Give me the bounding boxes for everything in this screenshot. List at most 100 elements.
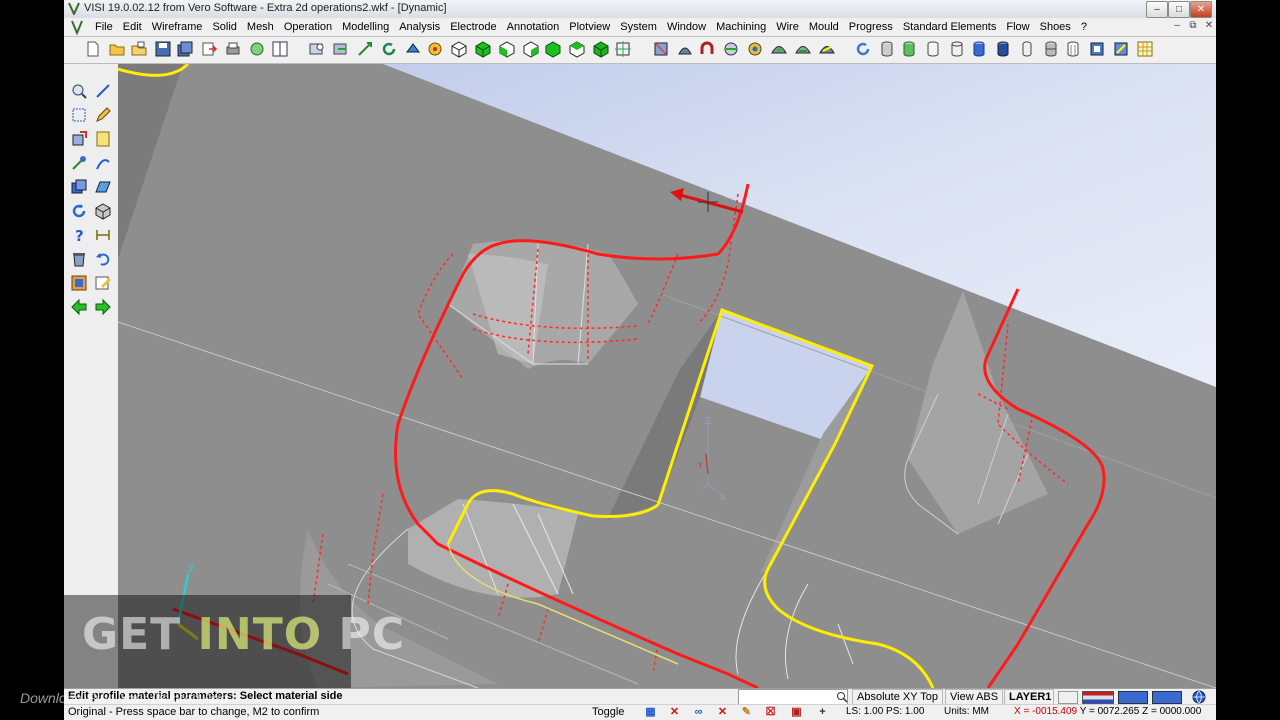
properties-icon[interactable] [70, 274, 88, 292]
cylinder-gray-icon[interactable] [878, 40, 896, 58]
snap-pencil-icon[interactable]: ✎ [740, 706, 753, 719]
pencil-icon[interactable] [94, 106, 112, 124]
minimize-button[interactable]: – [1146, 1, 1168, 18]
view-fit-icon[interactable] [614, 40, 632, 58]
snap-cross-icon[interactable]: ✕ [668, 706, 681, 719]
refresh-icon[interactable] [380, 40, 398, 58]
view-mode-field[interactable]: Absolute XY Top [852, 689, 943, 705]
menu-item-system[interactable]: System [615, 20, 662, 34]
shade-icon[interactable] [404, 40, 422, 58]
preview-icon[interactable] [248, 40, 266, 58]
close-button[interactable]: ✕ [1190, 1, 1212, 18]
color-swatch-blue-2[interactable] [1152, 691, 1182, 704]
window-layout-icon[interactable] [271, 40, 289, 58]
view-rotate-icon[interactable] [332, 40, 350, 58]
regenerate-icon[interactable] [854, 40, 872, 58]
cylinder-wire-icon[interactable] [948, 40, 966, 58]
grid-settings-icon[interactable] [1136, 40, 1154, 58]
plane-icon[interactable] [94, 178, 112, 196]
view-iso-icon[interactable] [450, 40, 468, 58]
globe-icon[interactable] [1192, 690, 1206, 704]
open-recent-icon[interactable] [130, 40, 148, 58]
snap-link-icon[interactable]: ∞ [692, 706, 705, 719]
menu-item-mesh[interactable]: Mesh [242, 20, 279, 34]
command-search-input[interactable] [738, 689, 848, 705]
menu-item-help[interactable]: ? [1076, 20, 1092, 34]
menu-item-wire[interactable]: Wire [771, 20, 804, 34]
rotate-icon[interactable] [70, 202, 88, 220]
move-icon[interactable] [70, 154, 88, 172]
delete-icon[interactable] [70, 250, 88, 268]
machining-magnet-icon[interactable] [698, 40, 716, 58]
menu-item-flow[interactable]: Flow [1001, 20, 1034, 34]
cylinder-outline-icon[interactable] [924, 40, 942, 58]
cylinder-dark-icon[interactable] [994, 40, 1012, 58]
new-file-icon[interactable] [84, 40, 102, 58]
snap-x-icon[interactable]: ✕ [716, 706, 729, 719]
arrow-right-icon[interactable] [94, 298, 112, 316]
cylinder-thin-icon[interactable] [1018, 40, 1036, 58]
color-swatch-blue[interactable] [1118, 691, 1148, 704]
maximize-button[interactable]: □ [1168, 1, 1190, 18]
menu-item-mould[interactable]: Mould [804, 20, 844, 34]
cylinder-section-icon[interactable] [1042, 40, 1060, 58]
open-folder-icon[interactable] [108, 40, 126, 58]
print-icon[interactable] [224, 40, 242, 58]
view-bottom-icon[interactable] [544, 40, 562, 58]
menu-item-window[interactable]: Window [662, 20, 711, 34]
snap-plus-icon[interactable]: + [816, 706, 829, 719]
view-front-icon[interactable] [498, 40, 516, 58]
menu-item-operation[interactable]: Operation [279, 20, 337, 34]
transform-icon[interactable] [70, 130, 88, 148]
menu-item-solid[interactable]: Solid [207, 20, 241, 34]
mdi-close-icon[interactable]: ✕ [1202, 20, 1216, 32]
machining-drill-icon[interactable] [746, 40, 764, 58]
machining-pocket-icon[interactable] [770, 40, 788, 58]
view-top-icon[interactable] [474, 40, 492, 58]
linestyle-swatch[interactable] [1082, 691, 1114, 704]
arrow-left-icon[interactable] [70, 298, 88, 316]
menu-item-machining[interactable]: Machining [711, 20, 771, 34]
copy-icon[interactable] [70, 178, 88, 196]
view-abs-field[interactable]: View ABS [945, 689, 1004, 705]
menu-item-analysis[interactable]: Analysis [394, 20, 445, 34]
render-icon[interactable] [426, 40, 444, 58]
view-side-icon[interactable] [522, 40, 540, 58]
cylinder-stripes-icon[interactable] [1064, 40, 1082, 58]
menu-item-progress[interactable]: Progress [844, 20, 898, 34]
layer-manager-icon[interactable] [1088, 40, 1106, 58]
line-tool-icon[interactable] [94, 82, 112, 100]
mdi-restore-icon[interactable]: ⧉ [1186, 20, 1200, 32]
dimension-icon[interactable] [94, 226, 112, 244]
grid-snap-icon[interactable]: ▦ [644, 706, 657, 719]
help-icon[interactable]: ? [70, 226, 88, 244]
machining-finish-icon[interactable] [794, 40, 812, 58]
menu-item-electrode[interactable]: Electrode [445, 20, 501, 34]
select-box-icon[interactable] [70, 106, 88, 124]
menu-item-modelling[interactable]: Modelling [337, 20, 394, 34]
machining-roughing-icon[interactable] [676, 40, 694, 58]
menu-item-annotation[interactable]: Annotation [502, 20, 565, 34]
snap-box-x-icon[interactable]: ☒ [764, 706, 777, 719]
machining-setup-icon[interactable] [652, 40, 670, 58]
search-icon[interactable] [836, 691, 848, 703]
menu-item-file[interactable]: File [90, 20, 118, 34]
mdi-minimize-icon[interactable]: – [1170, 20, 1184, 32]
zoom-window-icon[interactable] [70, 82, 88, 100]
undo-icon[interactable] [94, 250, 112, 268]
import-icon[interactable] [200, 40, 218, 58]
view-solid-icon[interactable] [592, 40, 610, 58]
cube-icon[interactable] [94, 202, 112, 220]
cylinder-green-icon[interactable] [900, 40, 918, 58]
sheet-icon[interactable] [94, 130, 112, 148]
edit-sheet-icon[interactable] [94, 274, 112, 292]
edit-curve-icon[interactable] [94, 154, 112, 172]
menu-item-shoes[interactable]: Shoes [1035, 20, 1076, 34]
menu-item-wireframe[interactable]: Wireframe [147, 20, 208, 34]
snap-square-icon[interactable]: ▣ [790, 706, 803, 719]
layer-field[interactable]: LAYER1 [1004, 689, 1054, 705]
menu-item-standard-elements[interactable]: Standard Elements [898, 20, 1002, 34]
menu-item-plotview[interactable]: Plotview [564, 20, 615, 34]
pan-icon[interactable] [356, 40, 374, 58]
machining-simulate-icon[interactable] [818, 40, 836, 58]
